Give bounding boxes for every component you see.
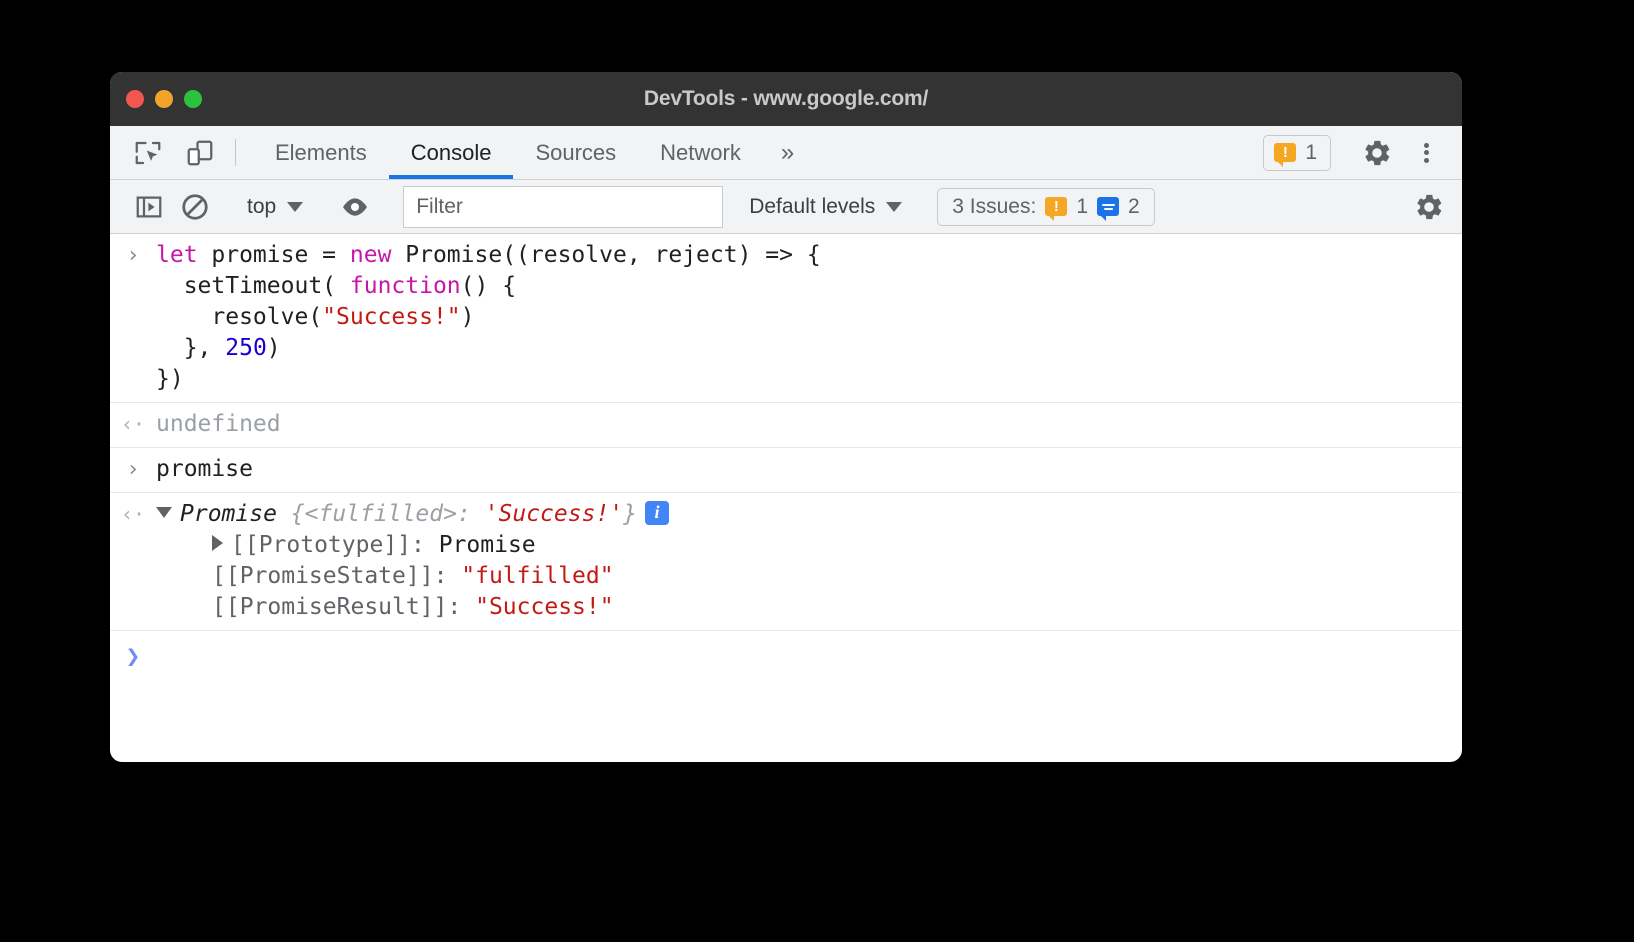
console-settings-button[interactable] xyxy=(1406,184,1452,230)
promise-state-key: <fulfilled> xyxy=(304,501,457,527)
console-prompt-input[interactable] xyxy=(156,641,1462,671)
screenshot-root: DevTools - www.google.com/ Elements Cons… xyxy=(0,0,1634,942)
tabstrip-divider xyxy=(235,139,236,166)
more-tabs-button[interactable]: » xyxy=(763,126,812,179)
devtools-tabstrip: Elements Console Sources Network » ! 1 xyxy=(110,126,1462,180)
tab-sources[interactable]: Sources xyxy=(513,126,638,179)
promise-property-state[interactable]: [[PromiseState]]: "fulfilled" xyxy=(156,561,681,592)
panel-tabs: Elements Console Sources Network xyxy=(253,126,763,179)
console-message-result-undefined[interactable]: ‹· undefined xyxy=(110,403,1462,448)
tab-console-label: Console xyxy=(410,139,492,165)
property-separator: : xyxy=(433,563,462,589)
device-toolbar-icon xyxy=(187,140,213,165)
log-levels-label: Default levels xyxy=(749,194,876,218)
devtools-settings-button[interactable] xyxy=(1350,137,1404,169)
gear-icon xyxy=(1417,194,1442,219)
tab-elements[interactable]: Elements xyxy=(253,126,389,179)
tab-console[interactable]: Console xyxy=(388,126,514,179)
info-badge-icon[interactable]: i xyxy=(645,500,670,525)
inspect-element-icon xyxy=(135,141,161,164)
console-toolbar: top Default levels 3 Issues: ! xyxy=(110,180,1462,234)
promise-class-name: Promise xyxy=(180,501,277,527)
device-toolbar-button[interactable] xyxy=(174,126,226,179)
console-toolbar-right xyxy=(1387,184,1452,230)
traffic-lights xyxy=(126,90,202,108)
close-window-button[interactable] xyxy=(126,90,144,108)
chevron-double-right-icon: » xyxy=(780,138,795,166)
clear-console-button[interactable] xyxy=(172,184,218,230)
devtools-window: DevTools - www.google.com/ Elements Cons… xyxy=(110,72,1462,762)
disclosure-triangle-collapsed-icon[interactable] xyxy=(212,535,223,551)
console-input-source: let promise = new Promise((resolve, reje… xyxy=(156,242,821,392)
issues-warning-count: 1 xyxy=(1076,194,1088,218)
console-input-source-2: promise xyxy=(156,456,253,482)
execution-context-label: top xyxy=(247,194,277,218)
property-value: "Success!" xyxy=(475,594,614,620)
prompt-caret-icon: ❯ xyxy=(125,642,141,670)
issues-info-count: 2 xyxy=(1128,194,1140,218)
kebab-menu-icon xyxy=(1423,140,1429,165)
tab-network[interactable]: Network xyxy=(638,126,763,179)
promise-brace-open: { xyxy=(276,501,305,527)
devtools-main-menu-button[interactable] xyxy=(1404,140,1448,165)
property-separator: : xyxy=(447,594,476,620)
issues-label: 3 Issues: xyxy=(952,194,1037,218)
tab-network-label: Network xyxy=(660,139,741,165)
info-lines-glyph xyxy=(1101,202,1115,212)
issues-counter-button[interactable]: 3 Issues: ! 1 2 xyxy=(937,187,1155,226)
promise-property-prototype[interactable]: [[Prototype]]: Promise xyxy=(156,530,681,561)
execution-context-selector[interactable]: top xyxy=(237,195,313,219)
eye-icon xyxy=(343,197,368,216)
promise-object-tree: Promise {<fulfilled>: 'Success!'} i [[Pro… xyxy=(156,499,681,623)
input-gutter-icon: › xyxy=(126,243,140,268)
window-title: DevTools - www.google.com/ xyxy=(643,87,929,110)
console-message-input-2[interactable]: › promise xyxy=(110,448,1462,493)
output-gutter-icon: ‹· xyxy=(120,412,146,436)
tab-elements-label: Elements xyxy=(275,139,367,165)
property-separator: : xyxy=(411,532,439,558)
console-filter-input[interactable] xyxy=(403,185,724,228)
promise-object-header[interactable]: Promise {<fulfilled>: 'Success!'} i xyxy=(156,499,681,530)
tabstrip-actions: ! 1 xyxy=(1263,126,1462,179)
warning-count-label: 1 xyxy=(1305,140,1317,164)
output-gutter-icon: ‹· xyxy=(120,502,146,526)
promise-brace-close: } xyxy=(623,501,638,527)
chevron-down-icon xyxy=(287,201,304,212)
undefined-result-text: undefined xyxy=(156,411,281,437)
promise-colon: : xyxy=(456,501,485,527)
console-output[interactable]: › let promise = new Promise((resolve, re… xyxy=(110,234,1462,709)
property-value: "fulfilled" xyxy=(461,563,614,589)
property-key: [[Prototype]] xyxy=(231,532,412,558)
console-message-result-promise[interactable]: ‹· Promise {<fulfilled>: 'Success!'} i [[… xyxy=(110,493,1462,631)
issues-info-bubble-icon xyxy=(1097,197,1119,221)
disclosure-triangle-expanded-icon[interactable] xyxy=(156,507,172,518)
property-key: [[PromiseState]] xyxy=(212,563,434,589)
exclamation-glyph: ! xyxy=(1053,198,1059,215)
maximize-window-button[interactable] xyxy=(184,90,202,108)
input-gutter-icon: › xyxy=(126,457,140,482)
tab-sources-label: Sources xyxy=(535,139,617,165)
promise-value: 'Success!' xyxy=(484,501,624,527)
property-key: [[PromiseResult]] xyxy=(212,594,448,620)
console-sidebar-icon xyxy=(136,196,162,217)
issues-warning-bubble-icon: ! xyxy=(1045,197,1068,221)
create-live-expression-button[interactable] xyxy=(332,184,378,230)
promise-property-result[interactable]: [[PromiseResult]]: "Success!" xyxy=(156,592,681,623)
property-value: Promise xyxy=(438,532,536,558)
inspect-element-button[interactable] xyxy=(122,126,174,179)
chevron-down-icon xyxy=(886,201,903,212)
warning-bubble-icon: ! xyxy=(1274,143,1297,167)
gear-icon xyxy=(1365,140,1390,165)
minimize-window-button[interactable] xyxy=(155,90,173,108)
window-titlebar: DevTools - www.google.com/ xyxy=(110,72,1462,126)
console-prompt-row[interactable]: ❯ xyxy=(110,631,1462,671)
log-levels-selector[interactable]: Default levels xyxy=(737,195,914,219)
console-message-input[interactable]: › let promise = new Promise((resolve, re… xyxy=(110,234,1462,403)
console-sidebar-toggle-button[interactable] xyxy=(126,184,172,230)
warning-count-button[interactable]: ! 1 xyxy=(1263,134,1331,171)
clear-console-icon xyxy=(182,193,208,220)
exclamation-glyph: ! xyxy=(1282,144,1288,161)
